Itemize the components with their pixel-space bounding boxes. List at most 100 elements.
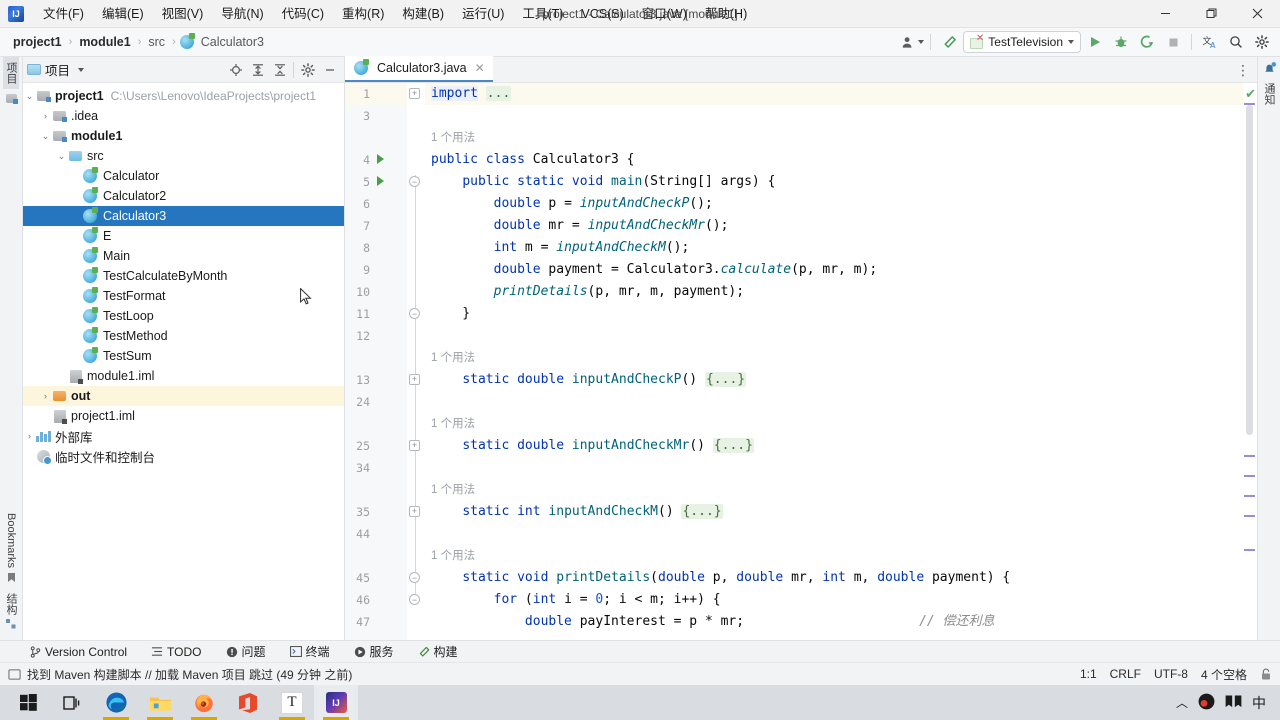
- tree-node-Calculator3[interactable]: Calculator3: [23, 206, 344, 226]
- code-fold-toggle-icon[interactable]: +: [409, 506, 422, 519]
- breadcrumb-item-calculator3[interactable]: Calculator3: [179, 33, 267, 50]
- tree-node-TestCalculateByMonth[interactable]: TestCalculateByMonth: [23, 266, 344, 286]
- locate-file-icon[interactable]: [225, 59, 246, 80]
- office-icon[interactable]: [226, 685, 270, 720]
- chevron-right-icon[interactable]: ›: [39, 391, 52, 401]
- tree-node-TestFormat[interactable]: TestFormat: [23, 286, 344, 306]
- more-options-icon[interactable]: ⋮: [1236, 62, 1251, 79]
- code-fold-toggle-icon[interactable]: −: [409, 594, 422, 607]
- account-icon[interactable]: [900, 30, 924, 54]
- breadcrumb-item-src[interactable]: src: [145, 34, 168, 50]
- close-button[interactable]: [1234, 0, 1280, 28]
- run-configuration-selector[interactable]: ✕ TestTelevision: [963, 31, 1081, 53]
- tree-node-src[interactable]: ⌄ src: [23, 146, 344, 166]
- search-icon[interactable]: [1224, 30, 1248, 54]
- firefox-icon[interactable]: [182, 685, 226, 720]
- expand-all-icon[interactable]: [247, 59, 268, 80]
- usage-hint[interactable]: 1 个用法: [425, 479, 475, 501]
- minimize-button[interactable]: [1142, 0, 1188, 28]
- usage-hint[interactable]: 1 个用法: [425, 127, 475, 149]
- code-fold-toggle-icon[interactable]: −: [409, 572, 422, 585]
- inspection-status-icon[interactable]: ✔: [1245, 86, 1256, 102]
- read-only-lock-icon[interactable]: [1260, 668, 1272, 681]
- collapse-all-icon[interactable]: [269, 59, 290, 80]
- tool-window-终端[interactable]: 终端: [286, 642, 334, 661]
- menu-item-5[interactable]: 重构(R): [333, 2, 393, 26]
- tool-window-version-control[interactable]: Version Control: [26, 644, 131, 660]
- menu-item-7[interactable]: 运行(U): [453, 2, 513, 26]
- sidebar-item-structure[interactable]: 结构: [3, 588, 19, 634]
- project-settings-gear-icon[interactable]: [297, 59, 318, 80]
- breadcrumb-item-project1[interactable]: project1: [10, 34, 65, 50]
- menu-item-1[interactable]: 编辑(E): [93, 2, 153, 26]
- maximize-button[interactable]: [1188, 0, 1234, 28]
- code-editor[interactable]: 1 3 4 5 6 7 8 9 10 11 12 13 24 25 34 35 44 45 46 47 + − − + + + −…: [345, 83, 1257, 640]
- tree-node-project1[interactable]: ⌄ project1 C:\Users\Lenovo\IdeaProjects\pr…: [23, 86, 344, 106]
- close-tab-icon[interactable]: ✕: [475, 61, 485, 75]
- notifications-bell-icon[interactable]: [1262, 61, 1277, 76]
- editor-scrollbar-thumb[interactable]: [1246, 105, 1253, 435]
- chevron-down-icon[interactable]: ⌄: [23, 91, 36, 102]
- editor-marker-gutter[interactable]: ✔: [1243, 83, 1257, 640]
- tree-node-临时文件和控制台[interactable]: 临时文件和控制台: [23, 446, 344, 466]
- breadcrumb-item-module1[interactable]: module1: [76, 34, 133, 50]
- chevron-down-icon[interactable]: ⌄: [55, 151, 68, 162]
- tree-node-project1.iml[interactable]: project1.iml: [23, 406, 344, 426]
- caret-position[interactable]: 1:1: [1080, 667, 1097, 681]
- project-view-chevron-down-icon[interactable]: [78, 67, 85, 72]
- build-hammer-icon[interactable]: [937, 30, 961, 54]
- chevron-down-icon[interactable]: ⌄: [39, 131, 52, 142]
- usage-hint[interactable]: 1 个用法: [425, 413, 475, 435]
- code-fold-toggle-icon[interactable]: −: [409, 176, 422, 189]
- tree-node-E[interactable]: E: [23, 226, 344, 246]
- usage-hint[interactable]: 1 个用法: [425, 347, 475, 369]
- run-gutter-icon[interactable]: [374, 171, 386, 193]
- tree-node-TestLoop[interactable]: TestLoop: [23, 306, 344, 326]
- typora-icon[interactable]: T: [270, 685, 314, 720]
- menu-item-3[interactable]: 导航(N): [212, 2, 272, 26]
- menu-item-6[interactable]: 构建(B): [393, 2, 453, 26]
- file-explorer-icon[interactable]: [138, 685, 182, 720]
- menu-item-4[interactable]: 代码(C): [273, 2, 333, 26]
- tree-node-module1.iml[interactable]: module1.iml: [23, 366, 344, 386]
- tool-window-todo[interactable]: TODO: [147, 644, 205, 660]
- tree-node-Calculator2[interactable]: Calculator2: [23, 186, 344, 206]
- menu-item-0[interactable]: 文件(F): [34, 2, 93, 26]
- input-method-panel-icon[interactable]: [1225, 694, 1242, 712]
- run-gutter-icon[interactable]: [374, 149, 386, 171]
- tool-window-构建[interactable]: 构建: [414, 642, 462, 661]
- chevron-right-icon[interactable]: ›: [39, 111, 52, 121]
- task-view-button[interactable]: [50, 685, 94, 720]
- sidebar-item-notifications[interactable]: 通知: [1261, 78, 1277, 110]
- tool-window-问题[interactable]: 问题: [222, 642, 270, 661]
- editor-tab-calculator3[interactable]: Calculator3.java ✕: [345, 56, 493, 82]
- indent-setting[interactable]: 4 个空格: [1201, 666, 1247, 683]
- run-icon[interactable]: [1083, 30, 1107, 54]
- tree-node-.idea[interactable]: › .idea: [23, 106, 344, 126]
- file-encoding[interactable]: UTF-8: [1154, 667, 1188, 681]
- tree-node-外部库[interactable]: › 外部库: [23, 426, 344, 446]
- code-folding-column[interactable]: + − − + + + − −: [407, 83, 425, 640]
- run-with-coverage-icon[interactable]: [1135, 30, 1159, 54]
- intellij-idea-taskbar-icon[interactable]: IJ: [314, 685, 358, 720]
- usage-hint[interactable]: 1 个用法: [425, 545, 475, 567]
- tree-node-Main[interactable]: Main: [23, 246, 344, 266]
- tree-node-TestMethod[interactable]: TestMethod: [23, 326, 344, 346]
- start-button[interactable]: [6, 685, 50, 720]
- code-content[interactable]: import ... 1 个用法 public class Calculator3 …: [425, 83, 1243, 640]
- code-fold-toggle-icon[interactable]: +: [409, 374, 422, 387]
- line-separator[interactable]: CRLF: [1110, 667, 1141, 681]
- obs-icon[interactable]: [1198, 693, 1215, 713]
- debug-icon[interactable]: [1109, 30, 1133, 54]
- editor-gutter[interactable]: 1 3 4 5 6 7 8 9 10 11 12 13 24 25 34 35 44 45 46 47: [345, 83, 407, 640]
- tool-window-服务[interactable]: 服务: [350, 642, 398, 661]
- code-fold-toggle-icon[interactable]: +: [409, 88, 422, 101]
- ime-mode-chinese[interactable]: 中: [1252, 693, 1266, 713]
- tree-node-Calculator[interactable]: Calculator: [23, 166, 344, 186]
- show-hidden-icons-chevron-up-icon[interactable]: ︿: [1176, 694, 1188, 711]
- sidebar-item-bookmarks[interactable]: Bookmarks: [5, 508, 17, 588]
- stop-icon[interactable]: [1161, 30, 1185, 54]
- edge-icon[interactable]: [94, 685, 138, 720]
- translate-icon[interactable]: 文 A: [1198, 30, 1222, 54]
- tree-node-out[interactable]: › out: [23, 386, 344, 406]
